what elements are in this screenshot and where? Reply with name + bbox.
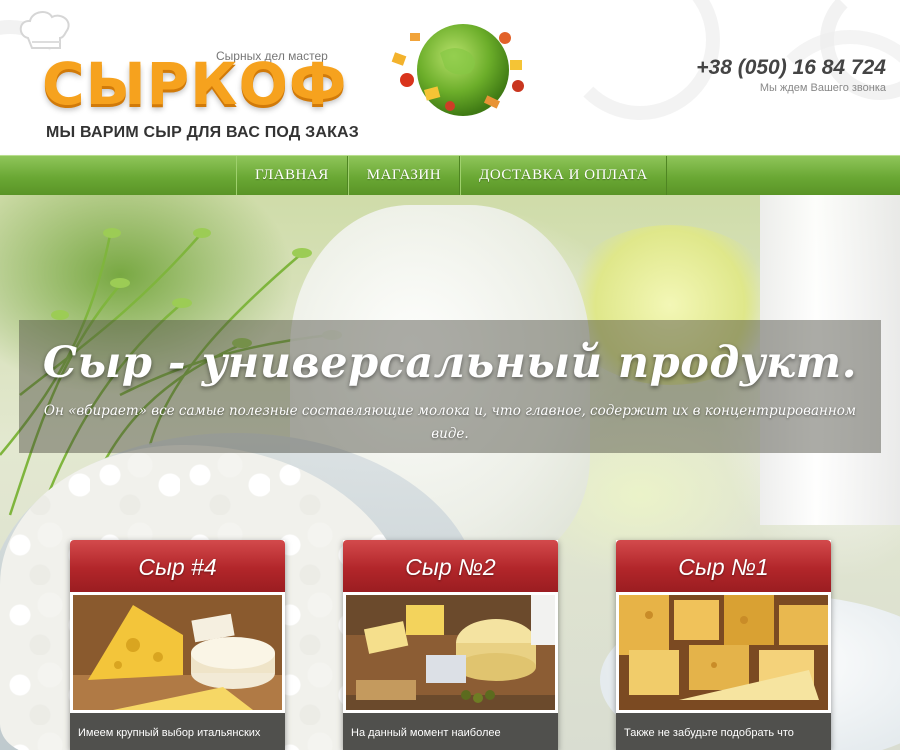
- product-title[interactable]: Сыр №1: [616, 540, 831, 592]
- hero-title: Сыр - универсальный продукт.: [42, 338, 858, 388]
- product-card[interactable]: Сыр №2 На данный момент наиболее: [343, 540, 558, 750]
- product-card[interactable]: Сыр #4 Имеем крупный выбор итальянских: [70, 540, 285, 750]
- nav-item-delivery[interactable]: ДОСТАВКА И ОПЛАТА: [460, 156, 667, 196]
- cheese-globe-icon: [391, 24, 524, 116]
- product-title[interactable]: Сыр №2: [343, 540, 558, 592]
- product-caption: Имеем крупный выбор итальянских: [70, 713, 285, 750]
- hero-section: Сыр - универсальный продукт. Он «вбирает…: [0, 195, 900, 750]
- product-card[interactable]: Сыр №1 Также не забудьте подобрать что: [616, 540, 831, 750]
- product-image[interactable]: [346, 595, 555, 710]
- hero-text: Он «вбирает» все самые полезные составля…: [43, 403, 857, 442]
- site-header: Сырных дел мастер СЫРКОФ МЫ ВАРИМ СЫР ДЛ…: [0, 0, 900, 155]
- product-description: На данный момент наиболее: [351, 727, 501, 739]
- product-title[interactable]: Сыр #4: [70, 540, 285, 592]
- product-image[interactable]: [73, 595, 282, 710]
- site-logo[interactable]: СЫРКОФ: [42, 52, 347, 116]
- site-slogan: МЫ ВАРИМ СЫР ДЛЯ ВАС ПОД ЗАКАЗ: [46, 124, 360, 141]
- nav-item-home[interactable]: ГЛАВНАЯ: [236, 156, 348, 196]
- nav-menu: ГЛАВНАЯ МАГАЗИН ДОСТАВКА И ОПЛАТА: [236, 156, 667, 196]
- main-navigation: ГЛАВНАЯ МАГАЗИН ДОСТАВКА И ОПЛАТА: [0, 155, 900, 196]
- hero-banner: Сыр - универсальный продукт. Он «вбирает…: [19, 320, 881, 453]
- nav-item-shop[interactable]: МАГАЗИН: [347, 156, 461, 196]
- product-caption: На данный момент наиболее: [343, 713, 558, 750]
- phone-note: Мы ждем Вашего звонка: [759, 82, 886, 94]
- product-description: Также не забудьте подобрать что: [624, 727, 794, 739]
- product-caption: Также не забудьте подобрать что: [616, 713, 831, 750]
- product-image[interactable]: [619, 595, 828, 710]
- product-description: Имеем крупный выбор итальянских: [78, 727, 261, 739]
- phone-number[interactable]: +38 (050) 16 84 724: [696, 56, 886, 80]
